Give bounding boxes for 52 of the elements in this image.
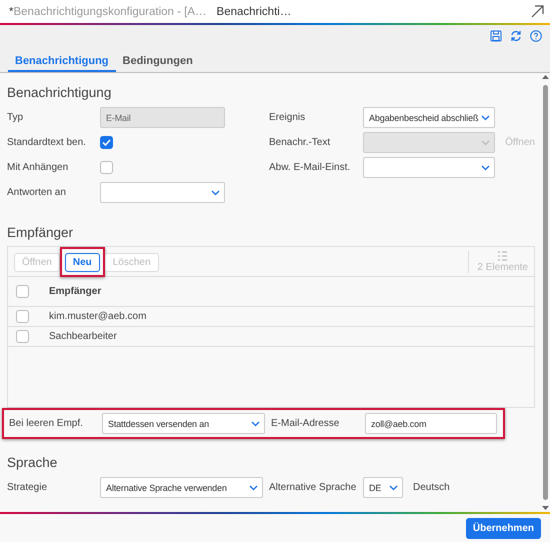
toolbar-button[interactable]: Neu (64, 252, 100, 272)
field-label: Antworten an (7, 187, 67, 198)
table-cell: kim.muster@aeb.com (49, 311, 146, 322)
refresh-icon[interactable] (510, 30, 522, 42)
language-name: Deutsch (413, 482, 450, 493)
chevron-down-icon (251, 420, 260, 426)
field-label: Typ (7, 112, 24, 123)
scroll-down-icon[interactable] (542, 506, 549, 510)
field-label: Benachr.-Text (269, 137, 332, 148)
help-icon[interactable] (530, 30, 542, 42)
checkbox[interactable] (100, 161, 113, 174)
item-count: 2 Elemente (477, 262, 528, 272)
field-label: Abw. E-Mail-Einst. (269, 162, 352, 173)
save-icon[interactable] (490, 30, 502, 42)
checkbox[interactable] (100, 136, 113, 149)
dropdown[interactable] (100, 182, 225, 203)
chevron-down-icon (481, 140, 490, 146)
field-label: Alternative Sprache (269, 482, 358, 493)
tab[interactable]: Bedingungen (116, 53, 200, 72)
dropdown[interactable]: DE (363, 477, 403, 498)
apply-button[interactable]: Übernehmen (466, 518, 541, 538)
chevron-down-icon (211, 190, 220, 196)
dropdown[interactable] (363, 157, 495, 178)
dropdown[interactable]: Alternative Sprache verwenden (100, 477, 263, 498)
chevron-down-icon (389, 484, 398, 490)
section-heading: Empfänger (7, 225, 74, 240)
chevron-down-icon (481, 114, 490, 120)
section-heading: Benachrichtigung (7, 85, 112, 100)
check-icon (102, 139, 111, 146)
field-label: Strategie (7, 482, 48, 493)
field-label: E-Mail-Adresse (271, 418, 340, 429)
dropdown[interactable]: Abgabenbescheid abschließ (363, 107, 495, 128)
table-cell: Sachbearbeiter (49, 331, 117, 342)
checkbox[interactable] (16, 330, 29, 343)
checkbox[interactable] (16, 310, 29, 323)
chevron-down-icon (249, 484, 258, 490)
window-subtitle: Benachrichti… (216, 6, 292, 18)
field-label: Ereignis (269, 112, 306, 123)
window-title: *Benachrichtigungskonfiguration - [A… (9, 6, 207, 18)
chevron-down-icon (481, 164, 490, 170)
text-field[interactable]: zoll@aeb.com (365, 413, 497, 434)
list-icon (497, 250, 508, 260)
field-label: Bei leeren Empf. (9, 418, 84, 429)
dropdown[interactable]: Stattdessen versenden an (102, 413, 265, 434)
checkbox[interactable] (16, 285, 29, 298)
section-heading: Sprache (7, 455, 58, 470)
field-label: Standardtext ben. (7, 137, 87, 148)
scrollbar-thumb[interactable] (543, 85, 548, 500)
expand-arrow-icon[interactable] (531, 5, 544, 18)
scroll-up-icon[interactable] (542, 75, 549, 79)
field-label: Mit Anhängen (7, 162, 70, 173)
column-header: Empfänger (49, 286, 102, 297)
